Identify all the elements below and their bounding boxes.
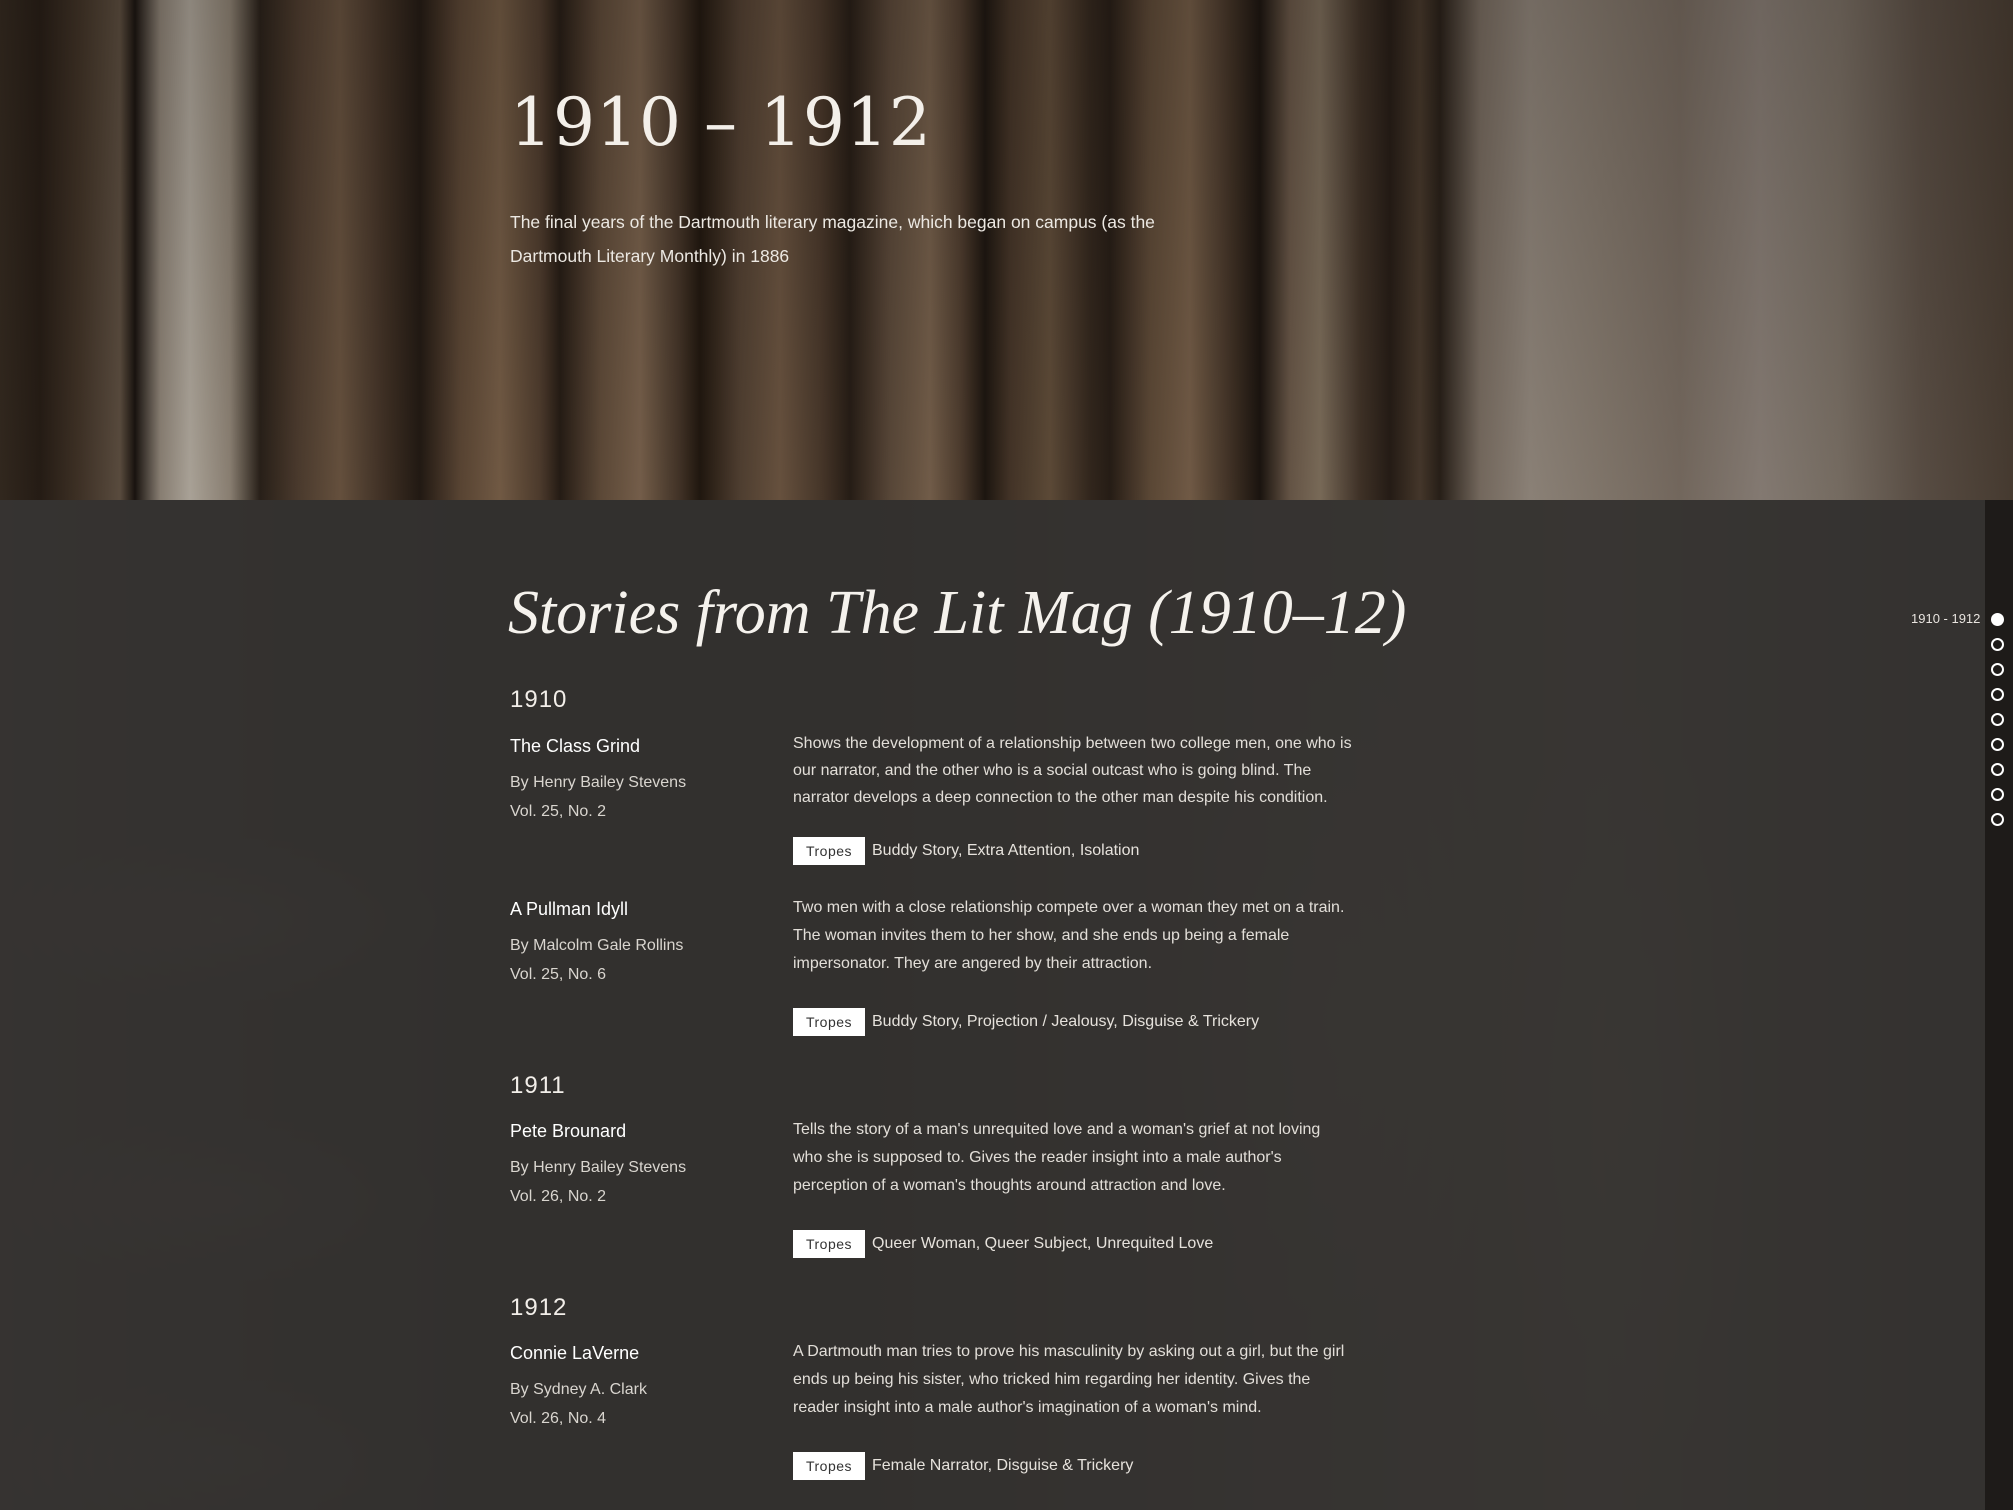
side-nav-active-label: 1910 - 1912 [1911,611,1981,626]
page-subtitle-line-2: Dartmouth Literary Monthly) in 1886 [510,246,790,266]
story-title[interactable]: Connie LaVerne [510,1343,770,1364]
story-volume: Vol. 25, No. 2 [510,803,607,820]
side-nav-dot-7[interactable] [1991,763,2004,776]
story-meta: Connie LaVerne By Sydney A. Clark Vol. 2… [510,1343,770,1433]
story-meta: A Pullman Idyll By Malcolm Gale Rollins … [510,899,770,989]
year-heading-1911: 1911 [510,1072,566,1099]
story-meta: The Class Grind By Henry Bailey Stevens … [510,736,770,826]
tropes-list: Buddy Story, Extra Attention, Isolation [872,842,1140,859]
story-volume: Vol. 26, No. 2 [510,1188,607,1205]
side-nav-dot-9[interactable] [1991,813,2004,826]
story-title[interactable]: Pete Brounard [510,1121,770,1142]
story-volume: Vol. 25, No. 6 [510,966,607,983]
side-nav-dot-2[interactable] [1991,638,2004,651]
story-volume: Vol. 26, No. 4 [510,1410,607,1427]
tropes-list: Female Narrator, Disguise & Trickery [872,1457,1134,1474]
story-description: Tells the story of a man's unrequited lo… [793,1121,1321,1194]
side-nav-dot-3[interactable] [1991,663,2004,676]
page-subtitle: The final years of the Dartmouth literar… [510,205,1210,273]
tropes-badge: Tropes [793,1008,865,1036]
tropes-row: Tropes Female Narrator, Disguise & Trick… [793,1452,1133,1480]
tropes-row: Tropes Buddy Story, Extra Attention, Iso… [793,837,1139,865]
tropes-badge: Tropes [793,1230,865,1258]
story-title[interactable]: The Class Grind [510,736,770,757]
tropes-badge: Tropes [793,1452,865,1480]
section-title: Stories from The Lit Mag (1910–12) [508,579,1407,647]
side-nav-dot-5[interactable] [1991,713,2004,726]
side-nav-dot-1[interactable] [1991,613,2004,626]
story-description: Shows the development of a relationship … [793,735,1352,806]
tropes-list: Queer Woman, Queer Subject, Unrequited L… [872,1235,1214,1252]
story-description: A Dartmouth man tries to prove his mascu… [793,1343,1345,1416]
tropes-badge: Tropes [793,837,865,865]
story-author: By Sydney A. Clark [510,1381,647,1398]
side-nav-dot-8[interactable] [1991,788,2004,801]
side-nav-dot-6[interactable] [1991,738,2004,751]
year-heading-1912: 1912 [510,1294,568,1321]
story-title[interactable]: A Pullman Idyll [510,899,770,920]
story-author: By Malcolm Gale Rollins [510,937,684,954]
tropes-row: Tropes Buddy Story, Projection / Jealous… [793,1008,1259,1036]
story-meta: Pete Brounard By Henry Bailey Stevens Vo… [510,1121,770,1211]
tropes-row: Tropes Queer Woman, Queer Subject, Unreq… [793,1230,1213,1258]
story-author: By Henry Bailey Stevens [510,774,687,791]
page-subtitle-line-1: The final years of the Dartmouth literar… [510,212,1155,232]
tropes-list: Buddy Story, Projection / Jealousy, Disg… [872,1013,1260,1030]
story-description: Two men with a close relationship compet… [793,899,1345,972]
year-heading-1910: 1910 [510,686,568,713]
story-author: By Henry Bailey Stevens [510,1159,687,1176]
side-nav-strip [1985,500,2013,1510]
page-title: 1910 – 1912 [510,84,932,161]
side-nav-dot-4[interactable] [1991,688,2004,701]
